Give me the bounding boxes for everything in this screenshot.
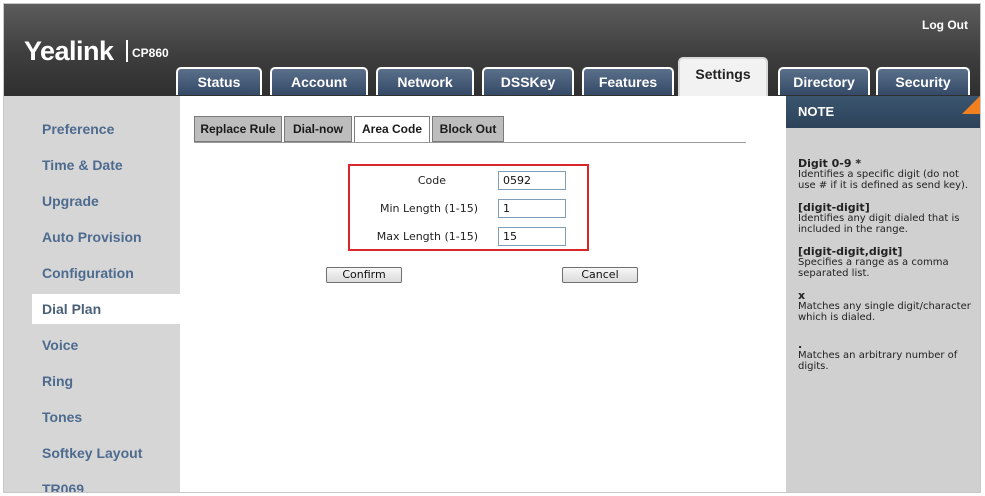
note-term: [digit-digit] [798, 201, 870, 214]
max-length-label: Max Length (1-15) [376, 230, 478, 243]
logo-separator [126, 40, 128, 62]
sidebar-item-voice[interactable]: Voice [4, 330, 180, 360]
min-length-label: Min Length (1-15) [379, 202, 478, 215]
main-panel: Replace Rule Dial-now Area Code Block Ou… [180, 96, 786, 492]
tab-account[interactable]: Account [270, 67, 368, 95]
note-term: [digit-digit,digit] [798, 245, 903, 258]
note-desc: Matches any single digit/character which… [798, 301, 971, 323]
subtab-replace-rule[interactable]: Replace Rule [194, 116, 282, 142]
sidebar-item-ring[interactable]: Ring [4, 366, 180, 396]
sidebar-item-auto-provision[interactable]: Auto Provision [4, 222, 180, 252]
confirm-button[interactable]: Confirm [326, 267, 402, 283]
note-entry: x Matches any single digit/character whi… [798, 290, 974, 323]
note-desc: Specifies a range as a comma separated l… [798, 257, 949, 279]
cancel-button[interactable]: Cancel [562, 267, 638, 283]
sidebar-item-tones[interactable]: Tones [4, 402, 180, 432]
note-title: NOTE [798, 104, 835, 119]
note-entry: . Matches an arbitrary number of digits. [798, 339, 974, 372]
web-ui-frame: Yealink CP860 Log Out Status Account Net… [3, 3, 981, 493]
subtab-area-code[interactable]: Area Code [354, 116, 430, 143]
note-desc: Matches an arbitrary number of digits. [798, 350, 958, 372]
subtab-dial-now[interactable]: Dial-now [284, 116, 352, 142]
note-term: . [798, 338, 803, 351]
note-header: NOTE [786, 96, 980, 128]
tab-settings[interactable]: Settings [678, 57, 768, 96]
note-desc: Identifies any digit dialed that is incl… [798, 213, 960, 235]
code-label: Code [417, 174, 446, 187]
logout-link[interactable]: Log Out [922, 18, 968, 32]
sidebar-item-configuration[interactable]: Configuration [4, 258, 180, 288]
note-panel: NOTE Digit 0-9 * Identifies a specific d… [786, 96, 980, 492]
yealink-logo: Yealink [24, 36, 114, 66]
note-term: x [798, 289, 806, 302]
max-length-input[interactable] [498, 227, 566, 246]
note-corner-icon [962, 96, 980, 114]
tab-network[interactable]: Network [376, 67, 474, 95]
tab-directory[interactable]: Directory [778, 67, 870, 95]
sidebar: Preference Time & Date Upgrade Auto Prov… [4, 96, 180, 492]
tab-status[interactable]: Status [176, 67, 262, 95]
sidebar-item-tr069[interactable]: TR069 [4, 474, 180, 492]
header-bar: Yealink CP860 Log Out Status Account Net… [4, 4, 980, 96]
tab-features[interactable]: Features [582, 67, 674, 95]
subtab-block-out[interactable]: Block Out [432, 116, 504, 142]
tab-dsskey[interactable]: DSSKey [482, 67, 574, 95]
note-entry: Digit 0-9 * Identifies a specific digit … [798, 158, 974, 191]
code-input[interactable] [498, 171, 566, 190]
sidebar-item-time-date[interactable]: Time & Date [4, 150, 180, 180]
note-term: Digit 0-9 * [798, 157, 862, 170]
tab-security[interactable]: Security [876, 67, 970, 95]
min-length-input[interactable] [498, 199, 566, 218]
note-entry: [digit-digit,digit] Specifies a range as… [798, 246, 974, 279]
note-body: Digit 0-9 * Identifies a specific digit … [798, 158, 974, 383]
sidebar-item-upgrade[interactable]: Upgrade [4, 186, 180, 216]
sidebar-item-dial-plan[interactable]: Dial Plan [32, 294, 180, 324]
subtab-divider [194, 142, 746, 143]
sidebar-item-softkey-layout[interactable]: Softkey Layout [4, 438, 180, 468]
sidebar-item-preference[interactable]: Preference [4, 114, 180, 144]
model-label: CP860 [132, 46, 169, 60]
note-entry: [digit-digit] Identifies any digit diale… [798, 202, 974, 235]
note-desc: Identifies a specific digit (do not use … [798, 169, 969, 191]
